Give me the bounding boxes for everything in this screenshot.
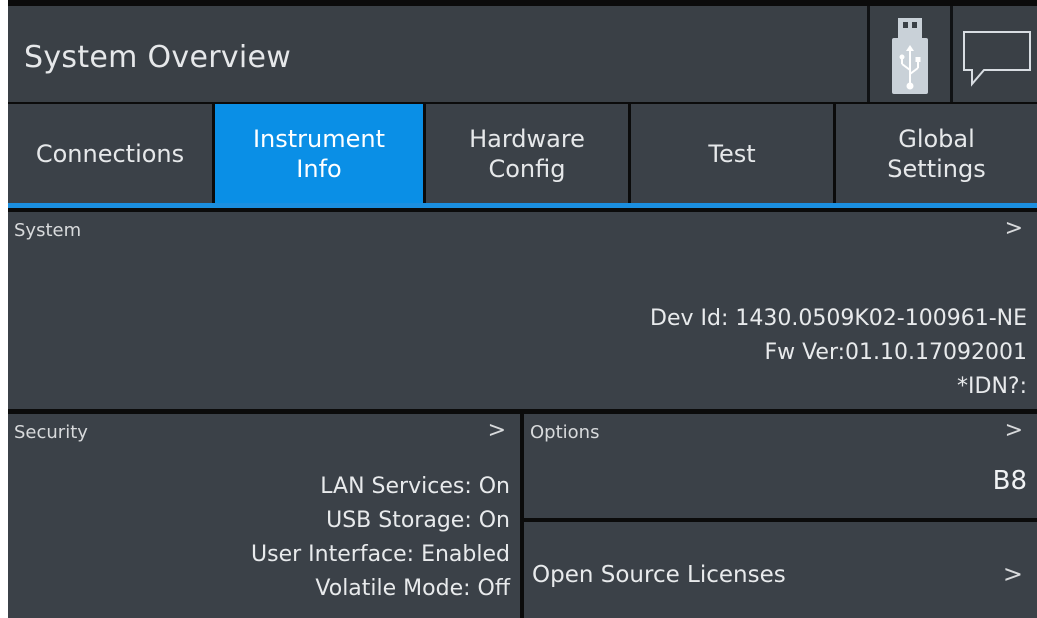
tab-bar: Connections Instrument Info Hardware Con…: [8, 104, 1037, 204]
chevron-right-icon: >: [1002, 560, 1023, 588]
speech-bubble-icon: [963, 31, 1031, 87]
system-overview-screen: System Overview Connections Instrument I…: [8, 0, 1037, 618]
tab-hardware-config[interactable]: Hardware Config: [426, 104, 628, 204]
tab-test[interactable]: Test: [631, 104, 833, 204]
open-source-licenses-label: Open Source Licenses: [532, 562, 786, 588]
system-heading: System: [14, 220, 82, 241]
open-source-licenses-button[interactable]: Open Source Licenses >: [524, 522, 1037, 618]
tab-label: Connections: [35, 140, 185, 168]
system-panel[interactable]: System > Dev Id: 1430.0509K02-100961-NE …: [8, 212, 1037, 409]
security-panel[interactable]: Security > LAN Services: On USB Storage:…: [8, 414, 520, 618]
tab-label: Test: [708, 140, 756, 168]
usb-storage-status: USB Storage: On: [326, 508, 510, 533]
firmware-version: Fw Ver:01.10.17092001: [764, 340, 1027, 365]
tab-label: Instrument Info: [252, 125, 386, 183]
chevron-right-icon: >: [1004, 216, 1023, 241]
tab-global-settings[interactable]: Global Settings: [836, 104, 1037, 204]
tab-label: Hardware Config: [469, 125, 585, 183]
usb-button[interactable]: [867, 6, 953, 102]
options-value: B8: [992, 466, 1027, 496]
messages-button[interactable]: [956, 6, 1037, 102]
chevron-right-icon: >: [487, 418, 506, 443]
tab-underline: [8, 203, 1037, 208]
lan-services-status: LAN Services: On: [320, 474, 510, 499]
tab-label: Global Settings: [887, 125, 986, 183]
chevron-right-icon: >: [1004, 418, 1023, 443]
tab-connections[interactable]: Connections: [8, 104, 212, 204]
device-id: Dev Id: 1430.0509K02-100961-NE: [650, 306, 1027, 331]
tab-instrument-info[interactable]: Instrument Info: [215, 104, 423, 204]
security-heading: Security: [14, 422, 88, 443]
usb-stick-icon: [892, 18, 928, 94]
options-panel[interactable]: Options > B8: [524, 414, 1037, 518]
page-title: System Overview: [24, 40, 292, 75]
volatile-mode-status: Volatile Mode: Off: [315, 576, 510, 601]
user-interface-status: User Interface: Enabled: [251, 542, 510, 567]
idn-string: *IDN?:: [957, 374, 1027, 399]
options-heading: Options: [530, 422, 600, 443]
